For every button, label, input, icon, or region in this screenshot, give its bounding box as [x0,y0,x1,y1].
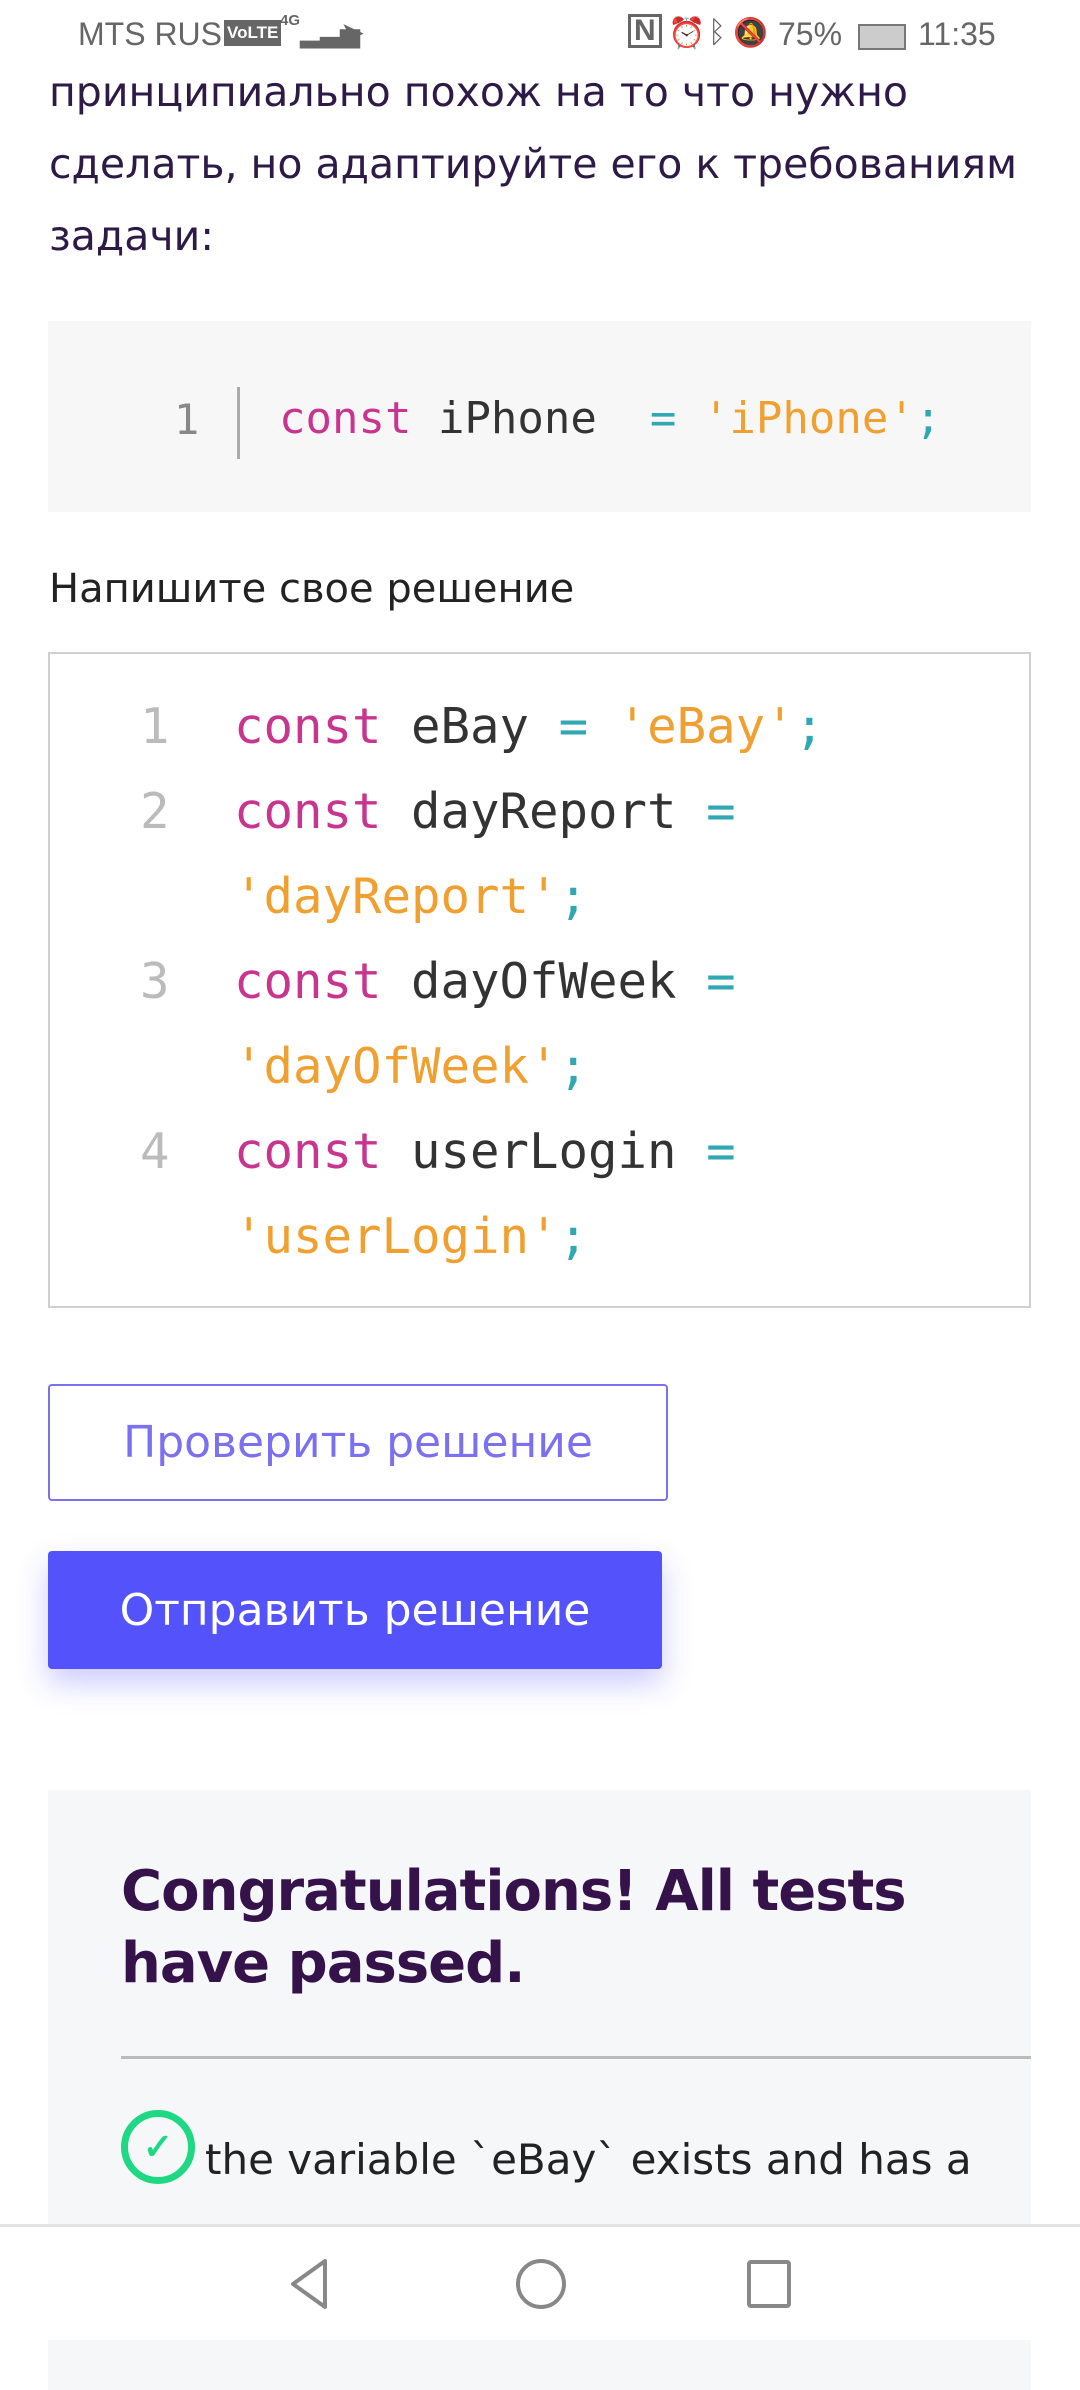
carrier: MTS RUS [78,16,222,52]
battery-percent: 75% [778,16,843,52]
alarm-icon: ⏰ [668,17,706,50]
example-code-block: 1 const iPhone = 'iPhone'; [48,321,1031,512]
line-number: 1 [174,395,200,444]
submit-solution-button[interactable]: Отправить решение [48,1551,662,1669]
volte-icon: VoLTE [224,20,282,46]
battery-icon [858,24,906,50]
bluetooth-icon: ᛒ [708,16,726,49]
code-line: const iPhone = 'iPhone'; [279,393,942,444]
navigation-bar [0,2224,1080,2340]
task-description: принципиально похож на то что нужно сдел… [49,68,1018,260]
code-editor[interactable]: 1 const eBay = 'eBay'; 2 const dayReport =… [48,652,1031,1308]
gutter-divider [237,387,240,459]
network-icon: 4G [280,12,301,29]
editor-label: Напишите свое решение [49,566,575,612]
divider [121,2056,1031,2059]
results-title: Congratulations! All tests have passed. [121,1859,907,1996]
nfc-icon: N [628,14,662,48]
recents-icon[interactable] [745,2257,793,2311]
check-solution-button[interactable]: Проверить решение [48,1384,668,1501]
home-icon[interactable] [514,2257,568,2311]
mute-icon: 🔕 [733,17,768,48]
back-icon[interactable] [285,2257,335,2311]
status-bar: MTS RUS VoLTE 4G ▂▃▅ ➤ N ⏰ ᛒ 🔕 75% 11:35 [0,0,1080,72]
telegram-icon: ➤ [340,17,366,50]
clock: 11:35 [918,16,996,52]
